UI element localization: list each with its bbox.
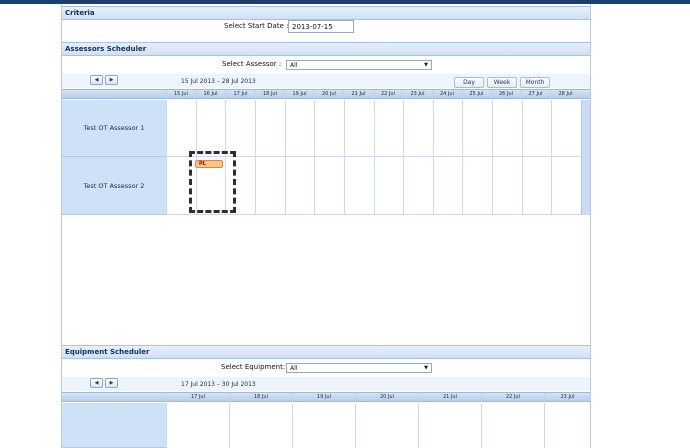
- day-column-header: 25 Jul: [461, 90, 491, 99]
- schedule-cell[interactable]: [492, 157, 522, 215]
- schedule-cell[interactable]: [355, 403, 418, 448]
- day-column-header: 20 Jul: [314, 90, 343, 99]
- schedule-cell[interactable]: [196, 100, 225, 157]
- schedule-cell[interactable]: [285, 100, 314, 157]
- assessor-day-header: 15 Jul 16 Jul 17 Jul 18 Jul 19 Jul 20 Ju…: [62, 89, 590, 99]
- equipment-select[interactable]: All ▼: [286, 363, 432, 373]
- assessor-select[interactable]: All ▼: [286, 60, 432, 70]
- day-column-header: 22 Jul: [373, 90, 402, 99]
- schedule-cell[interactable]: [229, 403, 292, 448]
- schedule-cell[interactable]: [314, 100, 344, 157]
- assessors-header: Assessors Scheduler: [62, 42, 590, 56]
- schedule-cell[interactable]: [403, 157, 433, 215]
- prev-week-button[interactable]: ◀: [90, 75, 103, 85]
- day-column-header: 26 Jul: [491, 90, 520, 99]
- schedule-cell[interactable]: [418, 403, 481, 448]
- day-column-header: 28 Jul: [550, 90, 580, 99]
- equipment-date-range: 17 Jul 2013 – 30 Jul 2013: [181, 381, 256, 388]
- equipment-row-label: [62, 403, 166, 448]
- schedule-cell[interactable]: [314, 157, 344, 215]
- schedule-cell[interactable]: [166, 403, 229, 448]
- schedule-cell[interactable]: [481, 403, 544, 448]
- chevron-down-icon: ▼: [424, 365, 428, 371]
- schedule-cell[interactable]: [522, 157, 551, 215]
- day-column-header: 18 Jul: [255, 90, 284, 99]
- schedule-cell[interactable]: [344, 157, 374, 215]
- equipment-day-header: 17 Jul 18 Jul 19 Jul 20 Jul 21 Jul 22 Ju…: [62, 392, 590, 402]
- arrow-left-icon: ◀: [94, 380, 99, 386]
- assessor-row-label: Test OT Assessor 1: [62, 100, 166, 157]
- arrow-right-icon: ▶: [109, 77, 114, 83]
- day-view-button[interactable]: Day: [454, 77, 484, 88]
- schedule-cell[interactable]: [403, 100, 433, 157]
- day-column-header: 19 Jul: [292, 393, 355, 402]
- day-column-header: 23 Jul: [402, 90, 432, 99]
- assessor-select-label: Select Assessor :: [222, 60, 282, 68]
- start-date-input[interactable]: 2013-07-15: [288, 20, 354, 33]
- schedule-cell[interactable]: [492, 100, 522, 157]
- schedule-cell[interactable]: [522, 100, 551, 157]
- day-column-header: 21 Jul: [418, 393, 481, 402]
- schedule-cell[interactable]: [433, 100, 462, 157]
- next-week-button[interactable]: ▶: [105, 378, 118, 388]
- prev-week-button[interactable]: ◀: [90, 378, 103, 388]
- schedule-cell[interactable]: [225, 100, 255, 157]
- start-date-label: Select Start Date :: [224, 22, 289, 30]
- day-column-header: 18 Jul: [229, 393, 292, 402]
- criteria-header: Criteria: [62, 6, 590, 20]
- schedule-cell[interactable]: [255, 157, 285, 215]
- day-column-header: 17 Jul: [225, 90, 255, 99]
- schedule-cell[interactable]: [285, 157, 314, 215]
- equipment-nav-bar: ◀ ▶ 17 Jul 2013 – 30 Jul 2013: [62, 377, 590, 391]
- day-column-header: 22 Jul: [481, 393, 544, 402]
- schedule-cell[interactable]: [374, 100, 403, 157]
- schedule-cell[interactable]: [551, 100, 581, 157]
- arrow-right-icon: ▶: [109, 380, 114, 386]
- schedule-cell[interactable]: [255, 100, 285, 157]
- schedule-cell[interactable]: [462, 100, 492, 157]
- equipment-select-label: Select Equipment:: [221, 363, 286, 371]
- assessor-nav-bar: ◀ ▶ 15 Jul 2013 – 28 Jul 2013 Day Week M…: [62, 74, 590, 88]
- assessor-select-value: All: [290, 62, 298, 69]
- schedule-cell[interactable]: [344, 100, 374, 157]
- schedule-cell[interactable]: [462, 157, 492, 215]
- equipment-header: Equipment Scheduler: [62, 345, 590, 359]
- schedule-cell[interactable]: [292, 403, 355, 448]
- next-week-button[interactable]: ▶: [105, 75, 118, 85]
- schedule-cell[interactable]: [374, 157, 403, 215]
- schedule-cell[interactable]: [433, 157, 462, 215]
- week-view-button[interactable]: Week: [487, 77, 517, 88]
- schedule-cell[interactable]: [166, 100, 196, 157]
- day-column-header: 15 Jul: [166, 90, 195, 99]
- schedule-cell[interactable]: [551, 157, 581, 215]
- day-column-header: 20 Jul: [355, 393, 418, 402]
- day-column-header: 24 Jul: [432, 90, 461, 99]
- month-view-button[interactable]: Month: [520, 77, 550, 88]
- chevron-down-icon: ▼: [424, 62, 428, 68]
- schedule-cell[interactable]: [544, 403, 590, 448]
- main-frame: Criteria Select Start Date : 2013-07-15 …: [61, 4, 591, 448]
- day-column-header: 17 Jul: [166, 393, 229, 402]
- equipment-select-value: All: [290, 365, 298, 372]
- day-column-header: 19 Jul: [284, 90, 314, 99]
- assessor-row-label: Test OT Assessor 2: [62, 157, 166, 215]
- cell-selection[interactable]: [189, 151, 236, 213]
- assessor-date-range: 15 Jul 2013 – 28 Jul 2013: [181, 78, 256, 85]
- day-column-header: 23 Jul: [544, 393, 590, 402]
- assessor-scrollbar[interactable]: [581, 100, 590, 215]
- day-column-header: 21 Jul: [343, 90, 373, 99]
- day-column-header: 16 Jul: [195, 90, 225, 99]
- day-column-header: 27 Jul: [520, 90, 550, 99]
- arrow-left-icon: ◀: [94, 77, 99, 83]
